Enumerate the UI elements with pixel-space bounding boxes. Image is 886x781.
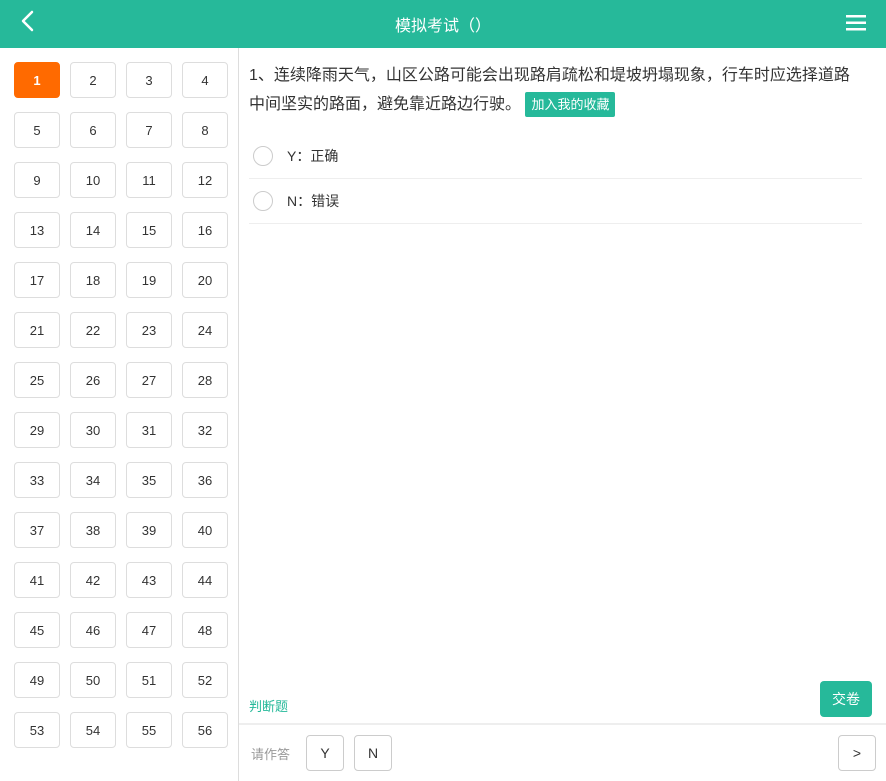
question-nav-25[interactable]: 25 [14,362,60,398]
question-nav-56[interactable]: 56 [182,712,228,748]
question-nav-30[interactable]: 30 [70,412,116,448]
question-nav-41[interactable]: 41 [14,562,60,598]
question-body: 1、连续降雨天气，山区公路可能会出现路肩疏松和堤坡坍塌现象，行车时应选择道路中间… [239,48,886,688]
question-number: 1、 [249,67,274,84]
question-nav-54[interactable]: 54 [70,712,116,748]
question-nav-20[interactable]: 20 [182,262,228,298]
next-button[interactable]: > [838,735,876,771]
question-nav-4[interactable]: 4 [182,62,228,98]
page-title: 模拟考试（） [395,12,491,36]
menu-button[interactable] [846,15,866,34]
radio-icon [253,191,273,211]
question-nav-28[interactable]: 28 [182,362,228,398]
options-list: Y：正确 N：错误 [249,134,862,224]
question-nav-47[interactable]: 47 [126,612,172,648]
option-label: Y：正确 [287,146,338,166]
question-nav-2[interactable]: 2 [70,62,116,98]
question-nav-9[interactable]: 9 [14,162,60,198]
question-nav-55[interactable]: 55 [126,712,172,748]
question-nav-44[interactable]: 44 [182,562,228,598]
question-nav-53[interactable]: 53 [14,712,60,748]
question-nav-8[interactable]: 8 [182,112,228,148]
question-nav-1[interactable]: 1 [14,62,60,98]
question-nav-50[interactable]: 50 [70,662,116,698]
question-nav-45[interactable]: 45 [14,612,60,648]
question-nav-34[interactable]: 34 [70,462,116,498]
option-N[interactable]: N：错误 [249,179,862,224]
answer-button-N[interactable]: N [354,735,392,771]
question-nav-46[interactable]: 46 [70,612,116,648]
question-nav-10[interactable]: 10 [70,162,116,198]
question-nav-32[interactable]: 32 [182,412,228,448]
question-nav-35[interactable]: 35 [126,462,172,498]
question-nav-sidebar[interactable]: 1234567891011121314151617181920212223242… [0,48,238,781]
question-nav-51[interactable]: 51 [126,662,172,698]
question-type-label: 判断题 [239,688,886,724]
question-nav-37[interactable]: 37 [14,512,60,548]
question-nav-24[interactable]: 24 [182,312,228,348]
question-nav-7[interactable]: 7 [126,112,172,148]
header: 模拟考试（） [0,0,886,48]
question-nav-5[interactable]: 5 [14,112,60,148]
question-nav-15[interactable]: 15 [126,212,172,248]
question-nav-13[interactable]: 13 [14,212,60,248]
question-nav-49[interactable]: 49 [14,662,60,698]
option-label: N：错误 [287,191,339,211]
question-nav-6[interactable]: 6 [70,112,116,148]
question-nav-48[interactable]: 48 [182,612,228,648]
question-nav-43[interactable]: 43 [126,562,172,598]
answer-footer: 请作答 YN > [239,724,886,781]
question-nav-19[interactable]: 19 [126,262,172,298]
question-nav-22[interactable]: 22 [70,312,116,348]
question-nav-40[interactable]: 40 [182,512,228,548]
submit-button[interactable]: 交卷 [820,681,872,717]
question-nav-27[interactable]: 27 [126,362,172,398]
option-Y[interactable]: Y：正确 [249,134,862,179]
question-nav-12[interactable]: 12 [182,162,228,198]
back-button[interactable] [20,10,40,38]
answer-prompt: 请作答 [249,744,290,763]
radio-icon [253,146,273,166]
content-area: 1、连续降雨天气，山区公路可能会出现路肩疏松和堤坡坍塌现象，行车时应选择道路中间… [238,48,886,781]
question-nav-18[interactable]: 18 [70,262,116,298]
question-nav-3[interactable]: 3 [126,62,172,98]
question-nav-17[interactable]: 17 [14,262,60,298]
question-nav-52[interactable]: 52 [182,662,228,698]
main: 1234567891011121314151617181920212223242… [0,48,886,781]
answer-button-Y[interactable]: Y [306,735,344,771]
question-nav-29[interactable]: 29 [14,412,60,448]
question-nav-33[interactable]: 33 [14,462,60,498]
favorite-button[interactable]: 加入我的收藏 [525,92,615,117]
question-nav-39[interactable]: 39 [126,512,172,548]
question-nav-21[interactable]: 21 [14,312,60,348]
question-nav-26[interactable]: 26 [70,362,116,398]
question-nav-14[interactable]: 14 [70,212,116,248]
question-nav-23[interactable]: 23 [126,312,172,348]
question-nav-31[interactable]: 31 [126,412,172,448]
question-nav-36[interactable]: 36 [182,462,228,498]
question-nav-38[interactable]: 38 [70,512,116,548]
question-nav-16[interactable]: 16 [182,212,228,248]
question-nav-11[interactable]: 11 [126,162,172,198]
question-text: 1、连续降雨天气，山区公路可能会出现路肩疏松和堤坡坍塌现象，行车时应选择道路中间… [249,62,862,120]
question-nav-42[interactable]: 42 [70,562,116,598]
